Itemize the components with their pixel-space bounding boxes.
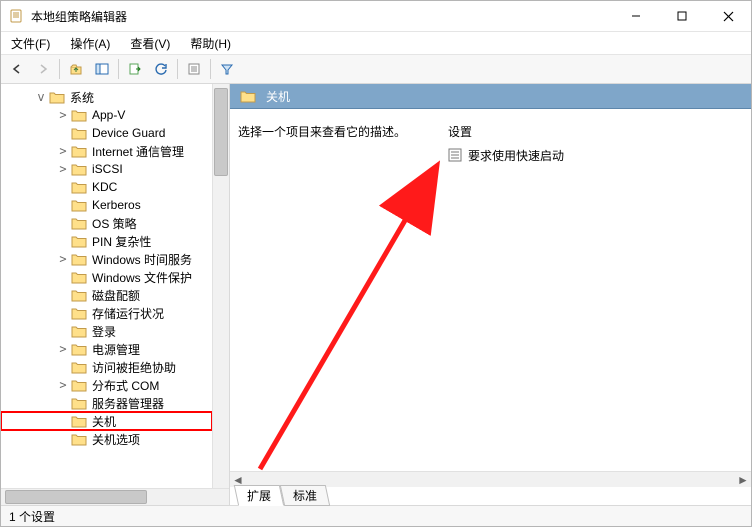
description-text: 选择一个项目来查看它的描述。	[238, 123, 406, 140]
tree-node-label: OS 策略	[91, 215, 138, 232]
setting-item[interactable]: 要求使用快速启动	[448, 146, 718, 164]
folder-icon	[240, 89, 256, 103]
toolbar	[1, 55, 751, 84]
menu-action[interactable]: 操作(A)	[66, 33, 114, 54]
details-pane: 关机 选择一个项目来查看它的描述。 设置 要求使用快速启动	[230, 84, 751, 505]
toolbar-separator	[210, 59, 211, 79]
tree-node-label: KDC	[91, 180, 118, 194]
tree-node-label: 系统	[69, 89, 95, 106]
tree-node-label: Internet 通信管理	[91, 143, 185, 160]
details-header: 关机	[230, 84, 751, 109]
details-body: 选择一个项目来查看它的描述。 设置 要求使用快速启动	[230, 109, 751, 471]
tab-standard[interactable]: 标准	[280, 485, 330, 506]
tree-node[interactable]: > iSCSI	[1, 160, 212, 178]
tree-node[interactable]: >访问被拒绝协助	[1, 358, 212, 376]
detail-tabs: 扩展 标准	[230, 487, 751, 505]
status-text: 1 个设置	[9, 508, 55, 525]
show-hide-tree-button[interactable]	[90, 57, 114, 81]
tree-node-label: App-V	[91, 108, 126, 122]
tree-node[interactable]: >Kerberos	[1, 196, 212, 214]
tree-node[interactable]: > App-V	[1, 106, 212, 124]
tree-node-label: iSCSI	[91, 162, 124, 176]
menu-view[interactable]: 查看(V)	[126, 33, 174, 54]
expand-icon[interactable]: >	[57, 342, 69, 356]
tree-node[interactable]: >存储运行状况	[1, 304, 212, 322]
tree-pane: v系统>App-V>Device Guard>Internet 通信管理>iSC…	[1, 84, 230, 505]
back-button[interactable]	[5, 57, 29, 81]
tree-node[interactable]: > 电源管理	[1, 340, 212, 358]
policy-icon	[448, 148, 462, 162]
tree-node[interactable]: > Windows 时间服务	[1, 250, 212, 268]
collapse-icon[interactable]: v	[35, 90, 47, 104]
up-button[interactable]	[64, 57, 88, 81]
tree-node-label: Windows 时间服务	[91, 251, 193, 268]
setting-label: 要求使用快速启动	[468, 147, 564, 164]
tree-node[interactable]: >服务器管理器	[1, 394, 212, 412]
tree-node[interactable]: >OS 策略	[1, 214, 212, 232]
toolbar-separator	[177, 59, 178, 79]
menu-help[interactable]: 帮助(H)	[186, 33, 235, 54]
expand-icon[interactable]: >	[57, 252, 69, 266]
tree-node[interactable]: >磁盘配额	[1, 286, 212, 304]
tree-node-label: 分布式 COM	[91, 377, 160, 394]
minimize-button[interactable]	[613, 1, 659, 31]
export-button[interactable]	[123, 57, 147, 81]
tree-node[interactable]: >Windows 文件保护	[1, 268, 212, 286]
tree-node[interactable]: >关机	[1, 412, 212, 430]
tab-extended[interactable]: 扩展	[234, 485, 284, 506]
tree-node-label: 存储运行状况	[91, 305, 165, 322]
tree-node-label: 登录	[91, 323, 117, 340]
window-title: 本地组策略编辑器	[31, 8, 613, 25]
expand-icon[interactable]: >	[57, 162, 69, 176]
tree-vertical-scrollbar[interactable]	[212, 84, 229, 488]
toolbar-separator	[59, 59, 60, 79]
settings-column: 设置 要求使用快速启动	[448, 123, 718, 164]
tree-node-label: 服务器管理器	[91, 395, 165, 412]
tree-node[interactable]: > 分布式 COM	[1, 376, 212, 394]
statusbar: 1 个设置	[1, 505, 751, 526]
tree-node-root[interactable]: v 系统	[1, 88, 212, 106]
scroll-right-icon[interactable]: ►	[735, 473, 751, 487]
filter-button[interactable]	[215, 57, 239, 81]
maximize-button[interactable]	[659, 1, 705, 31]
menu-file[interactable]: 文件(F)	[7, 33, 54, 54]
tree-node[interactable]: > Internet 通信管理	[1, 142, 212, 160]
gpedit-window: 本地组策略编辑器 文件(F) 操作(A) 查看(V) 帮助(H)	[0, 0, 752, 527]
tree-node-label: 访问被拒绝协助	[91, 359, 177, 376]
details-header-title: 关机	[266, 88, 290, 105]
tree-node-label: Kerberos	[91, 198, 142, 212]
settings-column-header: 设置	[448, 123, 718, 140]
forward-button[interactable]	[31, 57, 55, 81]
tree-node-label: 关机	[91, 413, 117, 430]
tree-node[interactable]: >登录	[1, 322, 212, 340]
close-button[interactable]	[705, 1, 751, 31]
toolbar-separator	[118, 59, 119, 79]
app-icon	[9, 8, 25, 24]
tree-node[interactable]: >关机选项	[1, 430, 212, 448]
expand-icon[interactable]: >	[57, 378, 69, 392]
tree-node[interactable]: >PIN 复杂性	[1, 232, 212, 250]
expand-icon[interactable]: >	[57, 144, 69, 158]
tree-node-label: Device Guard	[91, 126, 166, 140]
tree-view[interactable]: v系统>App-V>Device Guard>Internet 通信管理>iSC…	[1, 84, 212, 488]
tree-node-label: 关机选项	[91, 431, 141, 448]
tree-node-label: Windows 文件保护	[91, 269, 193, 286]
tree-node[interactable]: >KDC	[1, 178, 212, 196]
tree-node[interactable]: >Device Guard	[1, 124, 212, 142]
refresh-button[interactable]	[149, 57, 173, 81]
expand-icon[interactable]: >	[57, 108, 69, 122]
tree-node-label: PIN 复杂性	[91, 233, 152, 250]
tree-node-label: 磁盘配额	[91, 287, 141, 304]
properties-button[interactable]	[182, 57, 206, 81]
window-controls	[613, 1, 751, 31]
tree-horizontal-scrollbar[interactable]	[1, 488, 229, 505]
tree-node-label: 电源管理	[91, 341, 141, 358]
main-area: v系统>App-V>Device Guard>Internet 通信管理>iSC…	[1, 84, 751, 505]
menubar: 文件(F) 操作(A) 查看(V) 帮助(H)	[1, 32, 751, 55]
titlebar: 本地组策略编辑器	[1, 1, 751, 32]
